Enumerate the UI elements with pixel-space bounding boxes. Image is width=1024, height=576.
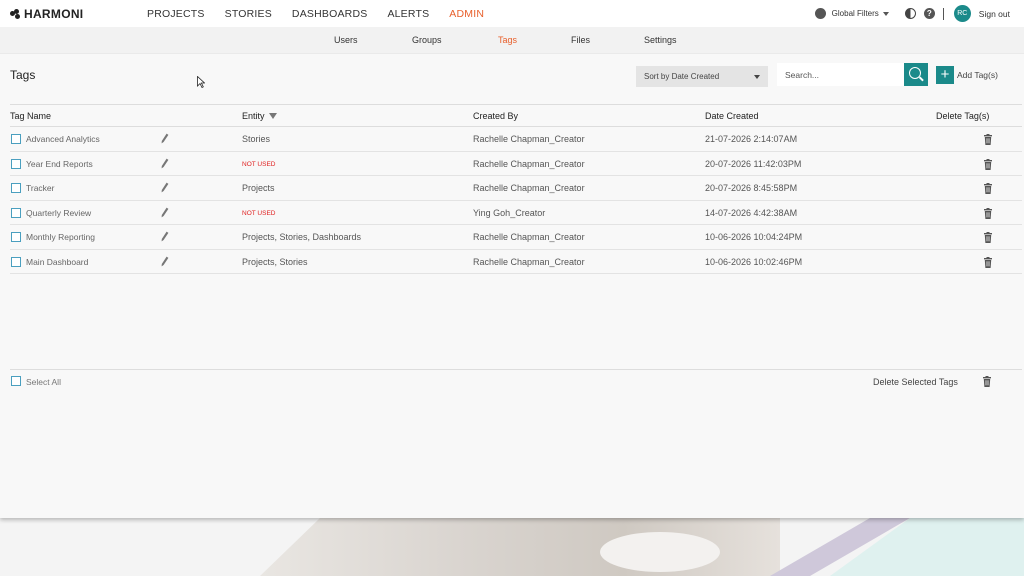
globe-icon[interactable] [814, 8, 826, 19]
nav-projects[interactable]: PROJECTS [147, 8, 205, 20]
tag-name: Monthly Reporting [26, 232, 95, 242]
col-tag-name[interactable]: Tag Name [10, 111, 51, 121]
mouse-cursor-icon [197, 76, 205, 88]
pencil-icon[interactable] [161, 207, 169, 218]
pencil-icon[interactable] [161, 133, 169, 144]
date-created: 10-06-2026 10:04:24PM [705, 232, 803, 242]
row-checkbox[interactable] [11, 207, 21, 218]
col-entity-label: Entity [242, 111, 265, 121]
not-used-badge: NOT USED [242, 160, 276, 168]
tag-name: Tracker [26, 183, 55, 193]
tab-files[interactable]: Files [571, 35, 590, 45]
admin-panel: HARMONI PROJECTS STORIES DASHBOARDS ALER… [0, 0, 1024, 518]
delete-selected-button[interactable]: Delete Selected Tags [873, 377, 958, 387]
search-input[interactable] [777, 63, 904, 86]
entity-value: Projects [242, 183, 275, 193]
trash-icon[interactable] [983, 232, 993, 243]
tags-table: Tag Name Entity Created By Date Created … [10, 104, 1022, 274]
global-filters-label[interactable]: Global Filters [832, 9, 879, 18]
created-by: Rachelle Chapman_Creator [473, 232, 585, 242]
table-row: Monthly Reporting Projects, Stories, Das… [10, 225, 1022, 250]
filter-icon[interactable] [268, 112, 277, 119]
tag-name: Year End Reports [26, 158, 93, 169]
date-created: 20-07-2026 8:45:58PM [705, 183, 798, 193]
contrast-icon[interactable] [904, 8, 916, 19]
entity-value: Projects, Stories [242, 256, 308, 267]
created-by: Rachelle Chapman_Creator [473, 256, 585, 267]
avatar[interactable]: RC [953, 5, 971, 22]
sub-nav: Users Groups Tags Files Settings [0, 27, 1024, 54]
tag-name: Advanced Analytics [26, 134, 100, 144]
logo-text: HARMONI [24, 7, 84, 21]
trash-icon[interactable] [983, 207, 993, 219]
table-row: Quarterly Review NOT USED Ying Goh_Creat… [10, 201, 1022, 225]
help-icon[interactable]: ? [923, 8, 935, 19]
entity-value: Projects, Stories, Dashboards [242, 232, 362, 242]
trash-icon[interactable] [983, 134, 993, 145]
page-title: Tags [10, 68, 36, 82]
table-row: Year End Reports NOT USED Rachelle Chapm… [10, 152, 1022, 176]
trash-icon[interactable] [983, 158, 993, 170]
row-checkbox[interactable] [11, 256, 21, 267]
nav-admin[interactable]: ADMIN [449, 8, 484, 20]
signout-link[interactable]: Sign out [979, 9, 1010, 19]
created-by: Rachelle Chapman_Creator [473, 183, 585, 193]
row-checkbox[interactable] [11, 134, 21, 144]
background-image [0, 518, 1024, 576]
pencil-icon[interactable] [161, 158, 169, 169]
trash-icon[interactable] [983, 256, 993, 268]
date-created: 21-07-2026 2:14:07AM [705, 134, 798, 144]
table-row: Advanced Analytics Stories Rachelle Chap… [10, 127, 1022, 152]
row-checkbox[interactable] [11, 232, 21, 242]
sort-label: Sort by Date Created [644, 72, 720, 81]
table-row: Main Dashboard Projects, Stories Rachell… [10, 250, 1022, 274]
chevron-down-icon [754, 75, 760, 79]
col-delete: Delete Tag(s) [936, 111, 990, 121]
col-entity[interactable]: Entity [242, 111, 277, 121]
trash-icon[interactable] [983, 183, 993, 194]
select-all-label[interactable]: Select All [26, 377, 61, 387]
tag-name: Main Dashboard [26, 256, 89, 267]
add-tags-button[interactable]: Add Tag(s) [957, 70, 998, 80]
plus-icon[interactable]: + [936, 66, 954, 84]
nav-right: Global Filters ? RC Sign out [814, 5, 1010, 22]
chevron-down-icon[interactable] [882, 11, 889, 16]
nav-alerts[interactable]: ALERTS [387, 8, 429, 20]
logo[interactable]: HARMONI [10, 7, 83, 21]
logo-icon [10, 9, 21, 19]
date-created: 20-07-2026 11:42:03PM [705, 158, 802, 169]
created-by: Ying Goh_Creator [473, 207, 546, 218]
tab-users[interactable]: Users [334, 35, 358, 45]
date-created: 10-06-2026 10:02:46PM [705, 256, 803, 267]
top-nav: HARMONI PROJECTS STORIES DASHBOARDS ALER… [0, 0, 1024, 27]
col-created-by[interactable]: Created By [473, 111, 518, 121]
created-by: Rachelle Chapman_Creator [473, 134, 585, 144]
pencil-icon[interactable] [161, 182, 169, 193]
date-created: 14-07-2026 4:42:38AM [705, 207, 798, 218]
pencil-icon[interactable] [161, 256, 169, 267]
table-header: Tag Name Entity Created By Date Created … [10, 104, 1022, 127]
search-button[interactable] [904, 63, 928, 86]
nav-stories[interactable]: STORIES [225, 8, 272, 20]
row-checkbox[interactable] [11, 158, 21, 169]
main-nav: PROJECTS STORIES DASHBOARDS ALERTS ADMIN [147, 8, 504, 20]
divider [942, 7, 944, 20]
not-used-badge: NOT USED [242, 209, 276, 217]
select-all-checkbox[interactable] [11, 376, 21, 386]
trash-icon[interactable] [982, 376, 992, 387]
table-row: Tracker Projects Rachelle Chapman_Creato… [10, 176, 1022, 201]
entity-value: Stories [242, 134, 271, 144]
col-date-created[interactable]: Date Created [705, 111, 759, 121]
nav-dashboards[interactable]: DASHBOARDS [292, 8, 368, 20]
tab-groups[interactable]: Groups [412, 35, 442, 45]
tab-settings[interactable]: Settings [644, 35, 677, 45]
sort-dropdown[interactable]: Sort by Date Created [636, 66, 768, 87]
divider [10, 369, 1022, 370]
row-checkbox[interactable] [11, 183, 21, 193]
created-by: Rachelle Chapman_Creator [473, 158, 585, 169]
tab-tags[interactable]: Tags [498, 35, 517, 45]
pencil-icon[interactable] [161, 231, 169, 242]
tag-name: Quarterly Review [26, 207, 92, 218]
table-body: Advanced Analytics Stories Rachelle Chap… [10, 127, 1022, 274]
